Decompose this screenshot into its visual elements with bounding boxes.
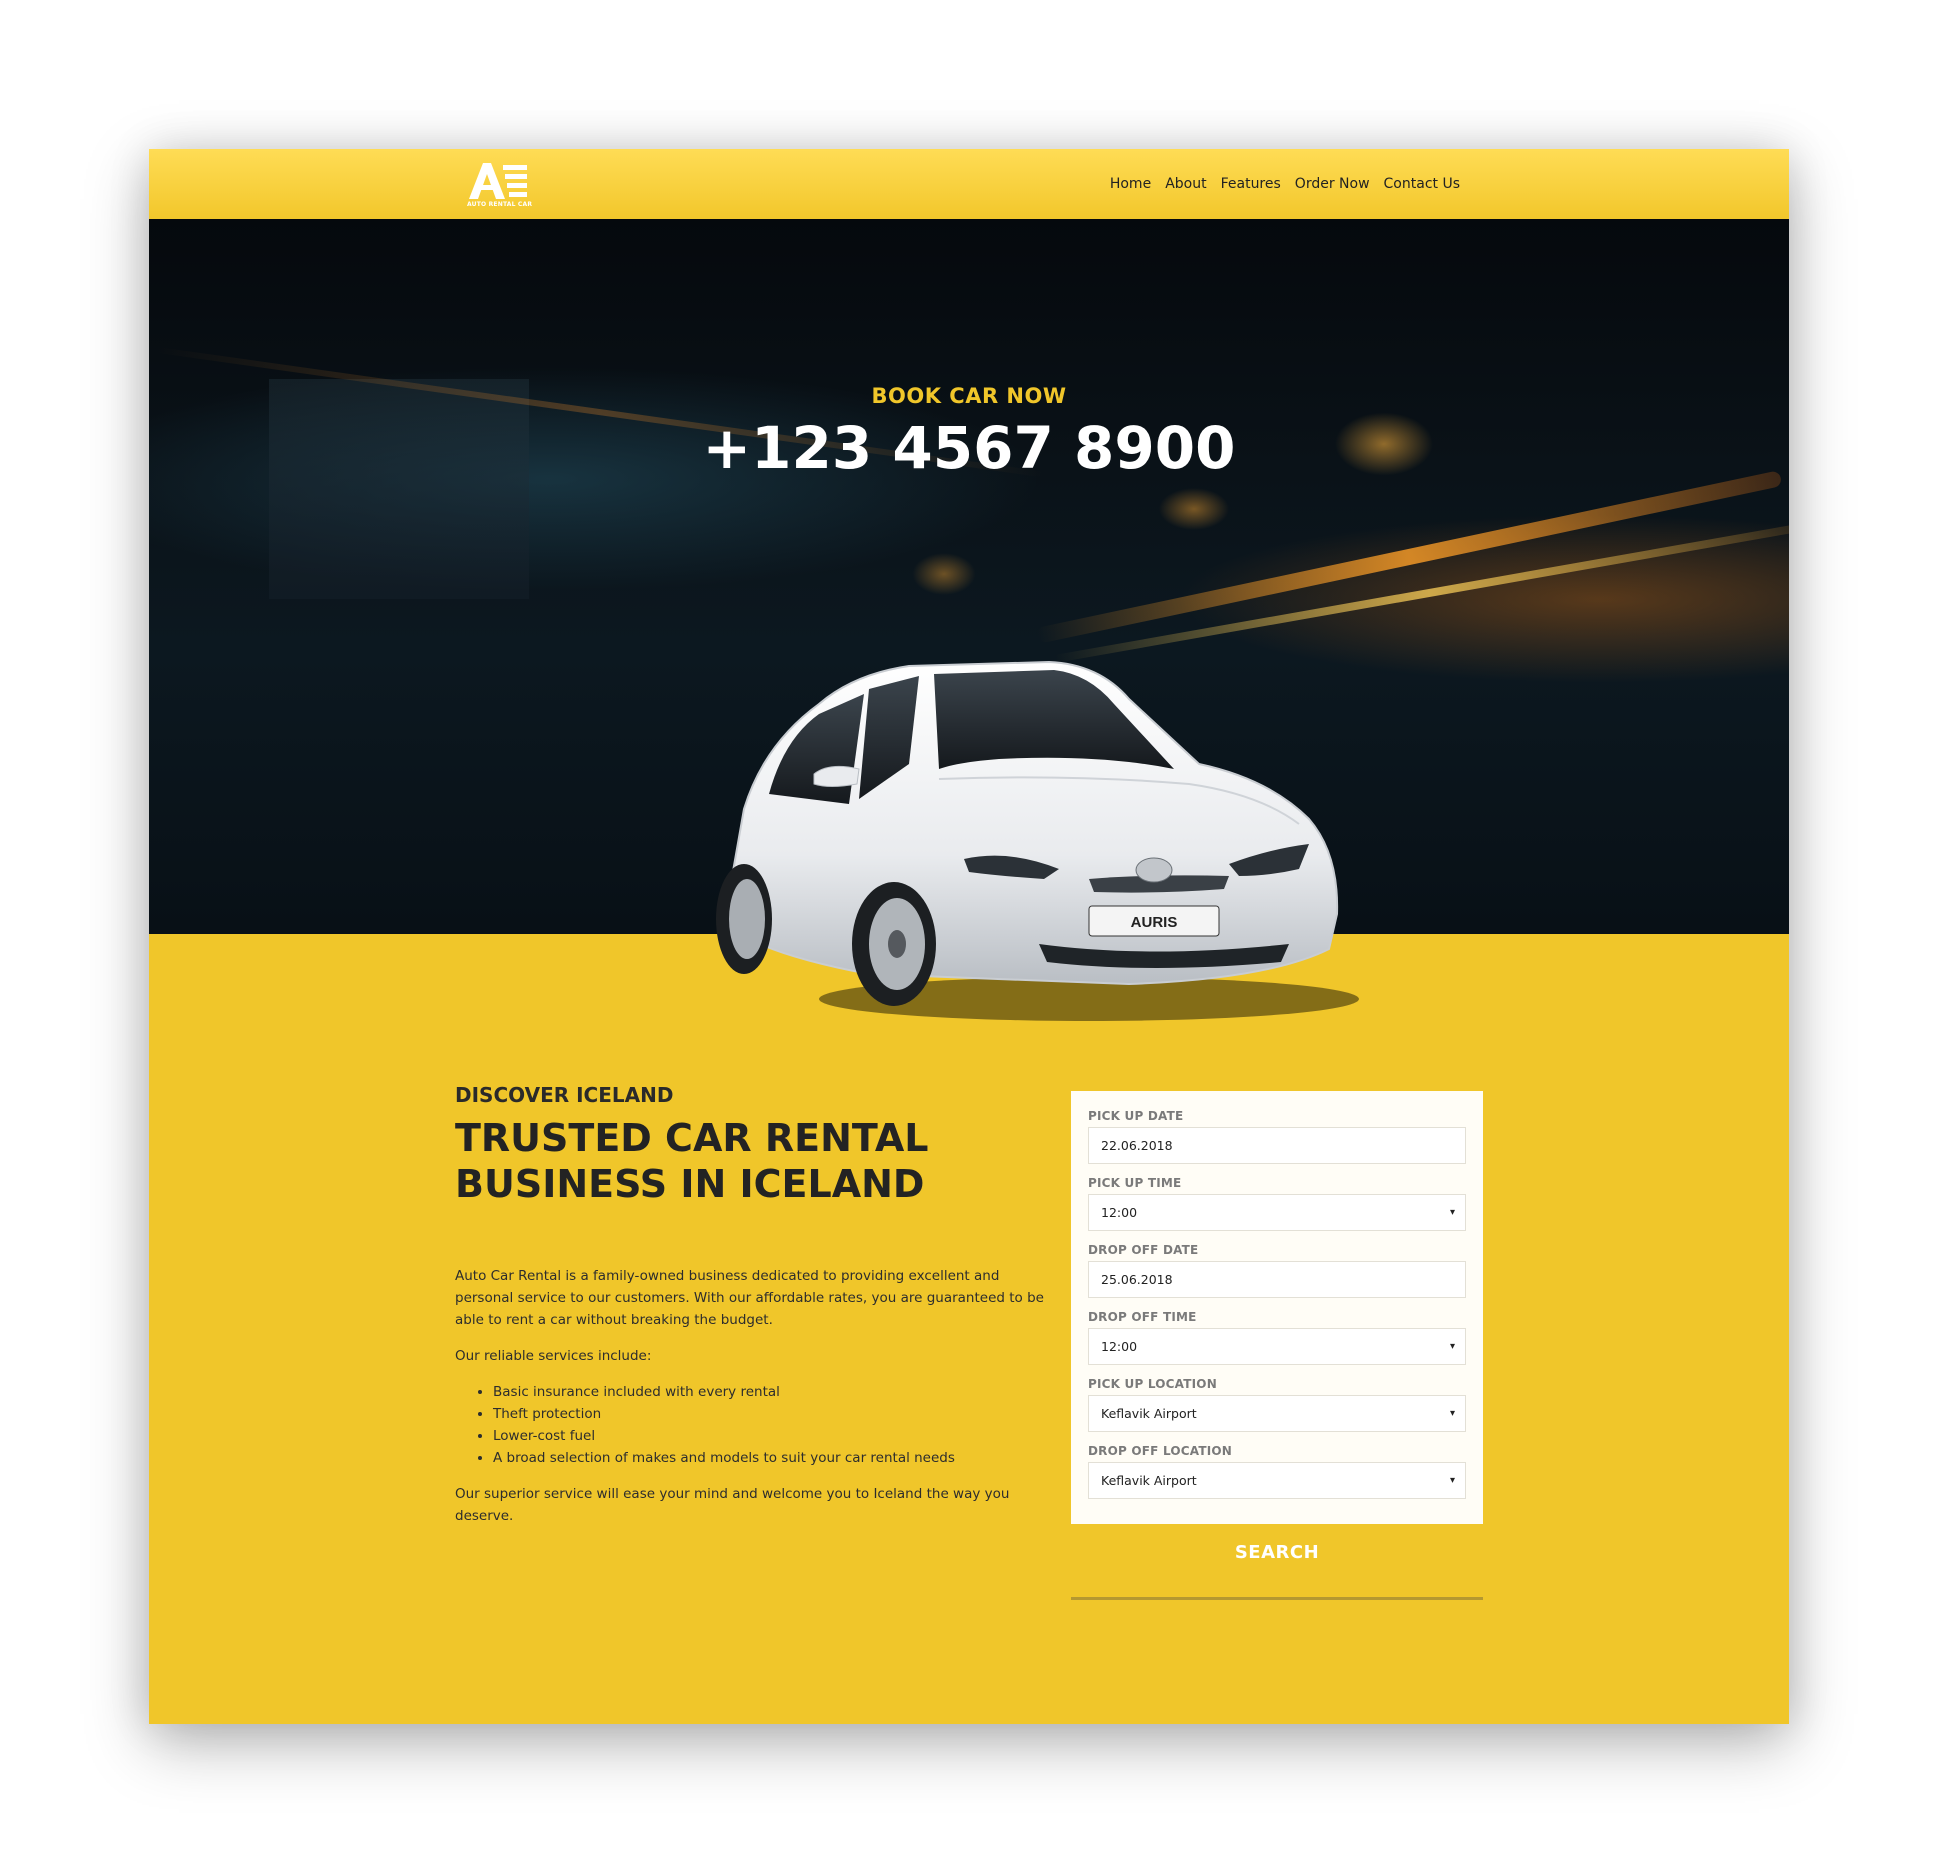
logo-text: AUTO RENTAL CAR	[467, 201, 533, 208]
list-item: Lower-cost fuel	[493, 1425, 1045, 1447]
chevron-down-icon: ▾	[1449, 1207, 1455, 1218]
booking-form: PICK UP DATE 22.06.2018 PICK UP TIME 12:…	[1071, 1091, 1483, 1524]
pickup-time-label: PICK UP TIME	[1088, 1176, 1182, 1190]
chevron-down-icon: ▾	[1449, 1341, 1455, 1352]
pickup-location-label: PICK UP LOCATION	[1088, 1377, 1217, 1391]
hero-book-label: BOOK CAR NOW	[871, 384, 1067, 408]
hero-light-streak	[1054, 523, 1789, 663]
about-headline: TRUSTED CAR RENTAL BUSINESS IN ICELAND	[455, 1116, 929, 1206]
chevron-down-icon: ▾	[1449, 1475, 1455, 1486]
car-image: AURIS	[716, 660, 1359, 1021]
pickup-date-input[interactable]: 22.06.2018	[1088, 1127, 1466, 1164]
dropoff-location-select[interactable]: Keflavik Airport ▾	[1088, 1462, 1466, 1499]
dropoff-location-value: Keflavik Airport	[1101, 1473, 1197, 1488]
pickup-date-value: 22.06.2018	[1101, 1138, 1173, 1153]
about-intro: Auto Car Rental is a family-owned busine…	[455, 1268, 1044, 1328]
services-list: Basic insurance included with every rent…	[455, 1381, 1045, 1469]
site-header: AUTO RENTAL CAR Home About Features Orde…	[149, 149, 1789, 219]
hero-building-silhouette	[269, 379, 529, 599]
dropoff-date-input[interactable]: 25.06.2018	[1088, 1261, 1466, 1298]
about-closing: Our superior service will ease your mind…	[455, 1486, 1010, 1524]
main-nav: Home About Features Order Now Contact Us	[1110, 176, 1460, 192]
logo-icon	[469, 163, 527, 199]
nav-about[interactable]: About	[1165, 176, 1206, 192]
dropoff-location-label: DROP OFF LOCATION	[1088, 1444, 1233, 1458]
list-item: Basic insurance included with every rent…	[493, 1381, 1045, 1403]
dropoff-date-value: 25.06.2018	[1101, 1272, 1173, 1287]
chevron-down-icon: ▾	[1449, 1408, 1455, 1419]
nav-order-now[interactable]: Order Now	[1295, 176, 1370, 192]
about-section: DISCOVER ICELAND TRUSTED CAR RENTAL BUSI…	[455, 1083, 1045, 1527]
dropoff-time-select[interactable]: 12:00 ▾	[1088, 1328, 1466, 1365]
car-plate-text: AURIS	[1131, 914, 1178, 931]
dropoff-date-label: DROP OFF DATE	[1088, 1243, 1199, 1257]
services-intro: Our reliable services include:	[455, 1348, 652, 1364]
nav-features[interactable]: Features	[1221, 176, 1281, 192]
nav-home[interactable]: Home	[1110, 176, 1151, 192]
hero-light-streak	[1035, 470, 1783, 644]
hero-phone-number[interactable]: +123 4567 8900	[149, 414, 1789, 482]
page-frame: AUTO RENTAL CAR Home About Features Orde…	[149, 149, 1789, 1724]
dropoff-time-label: DROP OFF TIME	[1088, 1310, 1197, 1324]
search-underline	[1071, 1597, 1483, 1600]
nav-contact-us[interactable]: Contact Us	[1384, 176, 1460, 192]
list-item: A broad selection of makes and models to…	[493, 1447, 1045, 1469]
pickup-time-select[interactable]: 12:00 ▾	[1088, 1194, 1466, 1231]
dropoff-time-value: 12:00	[1101, 1339, 1138, 1354]
pickup-location-select[interactable]: Keflavik Airport ▾	[1088, 1395, 1466, 1432]
pickup-date-label: PICK UP DATE	[1088, 1109, 1184, 1123]
pickup-time-value: 12:00	[1101, 1205, 1138, 1220]
brand-logo[interactable]: AUTO RENTAL CAR	[467, 161, 533, 209]
search-button[interactable]: SEARCH	[1071, 1542, 1483, 1598]
pickup-location-value: Keflavik Airport	[1101, 1406, 1197, 1421]
about-kicker: DISCOVER ICELAND	[455, 1083, 674, 1107]
list-item: Theft protection	[493, 1403, 1045, 1425]
